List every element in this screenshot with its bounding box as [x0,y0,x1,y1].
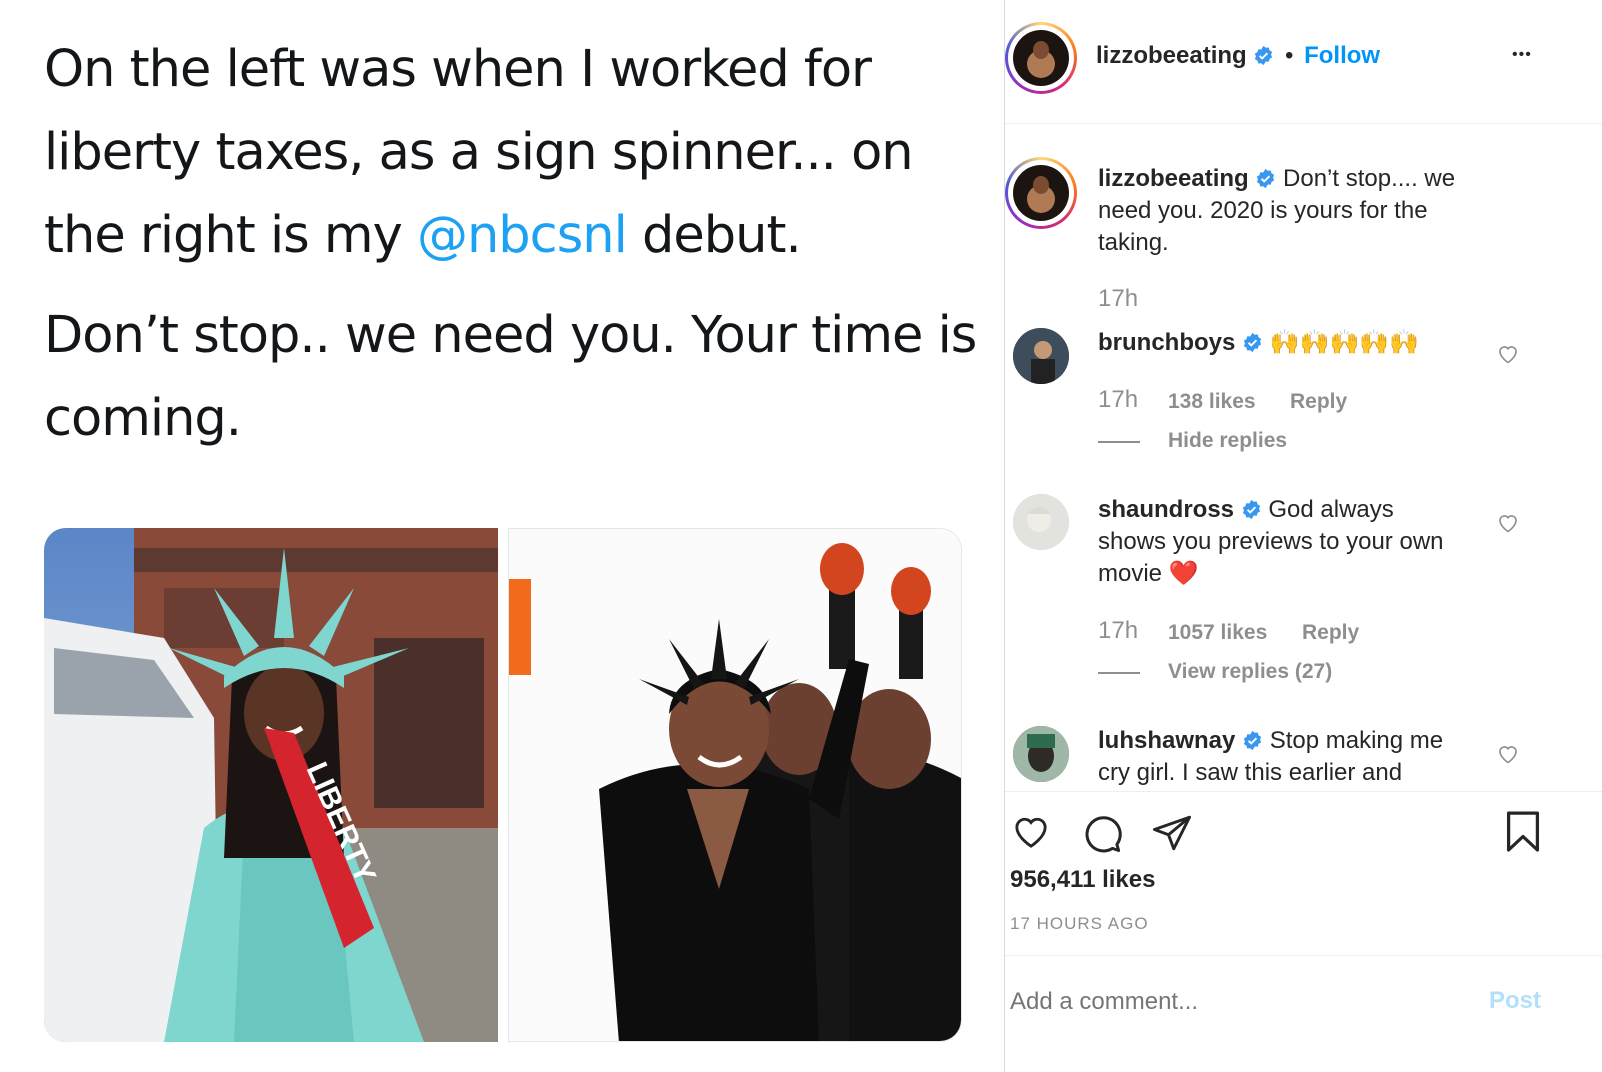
likes-count[interactable]: 956,411 likes [1010,866,1155,894]
hide-replies-button[interactable]: Hide replies [1168,429,1287,453]
actions-divider [1005,791,1602,792]
avatar-image [1013,328,1069,384]
verified-badge-icon [1255,45,1273,66]
share-icon[interactable] [1151,812,1193,854]
avatar[interactable] [1013,328,1069,384]
comment-reply-button[interactable]: Reply [1302,621,1359,645]
comment-likes[interactable]: 138 likes [1168,390,1256,414]
add-comment-input[interactable] [1010,980,1470,1024]
comment-like-heart-icon[interactable] [1496,742,1520,766]
comment-like-heart-icon[interactable] [1496,511,1520,535]
verified-badge-icon [1242,499,1260,520]
post-media[interactable]: On the left was when I worked for libert… [0,0,1004,1072]
post-button[interactable]: Post [1489,987,1541,1015]
tweet-text-paragraph-2: Don’t stop.. we need you. Your time is c… [44,306,977,448]
replies-line [1098,672,1140,674]
more-icon[interactable]: ••• [1512,46,1532,64]
caption-avatar[interactable] [1013,165,1069,221]
comment-username[interactable]: brunchboys [1098,329,1235,356]
avatar-image [1013,726,1069,782]
avatar-image [1027,41,1055,78]
caption-time[interactable]: 17h [1098,285,1138,313]
header-divider [1005,123,1602,124]
avatar-image [1013,494,1069,550]
avatar[interactable] [1013,30,1069,86]
comment-text: 🙌🙌🙌🙌🙌 [1263,329,1420,356]
comment-2: shaundross God always shows you previews… [1098,494,1448,590]
photo-snl-debut [508,528,962,1042]
photo-sign-spinner: LIBERTY [44,528,498,1042]
post-timestamp[interactable]: 17 HOURS AGO [1010,914,1149,934]
verified-badge-icon [1257,168,1275,189]
view-replies-button[interactable]: View replies (27) [1168,660,1332,684]
verified-badge-icon [1243,332,1262,353]
bookmark-icon[interactable] [1505,810,1541,854]
comment-icon[interactable] [1081,812,1123,854]
follow-button[interactable]: Follow [1304,42,1380,69]
comment-3: luhshawnay Stop making me cry girl. I sa… [1098,725,1478,789]
avatar[interactable] [1013,494,1069,550]
comment-time[interactable]: 17h [1098,617,1138,645]
comment-username[interactable]: luhshawnay [1098,727,1235,754]
photo-sign-spinner-art: LIBERTY [44,528,498,1042]
header-username[interactable]: lizzobeeating [1096,42,1247,69]
heart-icon[interactable] [1010,812,1052,852]
caption-username[interactable]: lizzobeeating [1098,165,1249,192]
comment-1: brunchboys 🙌🙌🙌🙌🙌 [1098,327,1498,359]
comment-reply-button[interactable]: Reply [1290,390,1347,414]
comment-username[interactable]: shaundross [1098,496,1234,523]
avatar[interactable] [1013,726,1069,782]
tweet-mention: @nbcsnl [416,206,628,265]
tweet-text-paragraph-1: On the left was when I worked for libert… [44,28,984,277]
composer-divider [1005,955,1602,956]
comment-3-clip: luhshawnay Stop making me cry girl. I sa… [1005,720,1602,790]
caption: lizzobeeating Don’t stop.... we need you… [1098,163,1498,259]
comment-panel: lizzobeeating • Follow ••• lizzobeeating… [1005,0,1602,1072]
photo-snl-debut-art [509,529,961,1041]
comment-like-heart-icon[interactable] [1496,342,1520,366]
comment-time[interactable]: 17h [1098,386,1138,414]
verified-badge-icon [1243,730,1262,751]
caption-avatar-image [1027,176,1055,213]
header-separator: • [1285,42,1294,69]
post-header: lizzobeeating • Follow [1096,42,1380,70]
tweet-line1-end: debut. [626,206,802,265]
comment-likes[interactable]: 1057 likes [1168,621,1267,645]
replies-line [1098,441,1140,443]
